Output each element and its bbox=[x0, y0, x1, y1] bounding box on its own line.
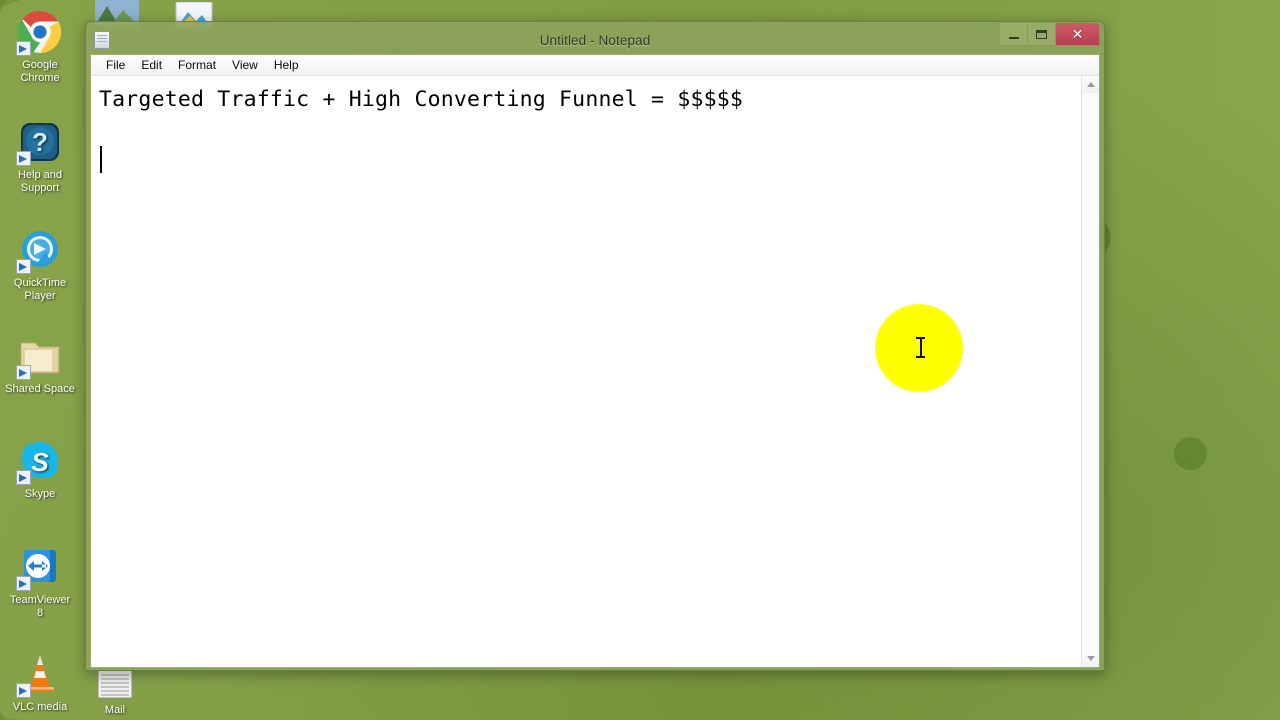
quicktime-icon bbox=[16, 226, 64, 274]
menu-bar: File Edit Format View Help bbox=[91, 55, 1099, 76]
shortcut-overlay-icon bbox=[16, 259, 31, 274]
desktop-icon-google-chrome[interactable]: Google Chrome bbox=[0, 8, 80, 85]
scrollbar-track[interactable] bbox=[1082, 93, 1099, 650]
desktop-icon-mail[interactable]: Mail bbox=[75, 667, 155, 717]
notepad-window[interactable]: Untitled - Notepad ✕ File Edit Format Vi… bbox=[85, 21, 1105, 671]
text-caret bbox=[100, 146, 102, 173]
close-button[interactable]: ✕ bbox=[1055, 23, 1100, 46]
shortcut-overlay-icon bbox=[16, 365, 31, 380]
window-controls: ✕ bbox=[999, 23, 1100, 46]
notepad-document-icon bbox=[94, 31, 110, 49]
mail-icon bbox=[91, 667, 139, 701]
maximize-button[interactable] bbox=[1027, 23, 1056, 46]
desktop-icon-quicktime-player[interactable]: QuickTime Player bbox=[0, 226, 80, 303]
shortcut-overlay-icon bbox=[16, 683, 31, 698]
shortcut-overlay-icon bbox=[16, 151, 31, 166]
help-question-icon: ? bbox=[16, 118, 64, 166]
desktop: Google Chrome ? Help and Support QuickTi… bbox=[0, 0, 1280, 720]
folder-icon bbox=[16, 332, 64, 380]
desktop-icon-teamviewer-8[interactable]: TeamViewer 8 bbox=[0, 543, 80, 620]
desktop-icon-label: Help and Support bbox=[17, 169, 63, 194]
desktop-icon-label: Skype bbox=[24, 488, 56, 500]
teamviewer-icon bbox=[16, 543, 64, 591]
desktop-icon-label: Shared Space bbox=[5, 383, 75, 395]
menu-item-view[interactable]: View bbox=[224, 56, 266, 74]
window-title: Untitled - Notepad bbox=[539, 32, 651, 48]
window-client-area: File Edit Format View Help Targeted Traf… bbox=[90, 54, 1100, 668]
desktop-icon-help-and-support[interactable]: ? Help and Support bbox=[0, 118, 80, 195]
shortcut-overlay-icon bbox=[16, 470, 31, 485]
svg-text:?: ? bbox=[32, 127, 48, 157]
minimize-icon bbox=[1008, 36, 1019, 39]
vertical-scrollbar[interactable] bbox=[1081, 76, 1099, 667]
shortcut-overlay-icon bbox=[16, 41, 31, 56]
editor-area: Targeted Traffic + High Converting Funne… bbox=[91, 76, 1099, 667]
desktop-icon-label: QuickTime Player bbox=[13, 277, 67, 302]
desktop-icon-vlc-media[interactable]: VLC media bbox=[0, 650, 80, 714]
menu-item-format[interactable]: Format bbox=[170, 56, 224, 74]
window-titlebar[interactable]: Untitled - Notepad ✕ bbox=[90, 23, 1100, 54]
shortcut-overlay-icon bbox=[16, 576, 31, 591]
close-icon: ✕ bbox=[1071, 26, 1084, 42]
svg-text:S: S bbox=[31, 447, 49, 477]
desktop-icon-shared-space[interactable]: Shared Space bbox=[0, 332, 80, 396]
menu-item-edit[interactable]: Edit bbox=[133, 56, 170, 74]
scroll-up-arrow[interactable] bbox=[1082, 76, 1099, 93]
vlc-cone-icon bbox=[16, 650, 64, 698]
desktop-icon-label: Google Chrome bbox=[20, 59, 60, 84]
skype-icon: S bbox=[16, 437, 64, 485]
document-text: Targeted Traffic + High Converting Funne… bbox=[99, 87, 744, 112]
desktop-icon-label: Mail bbox=[104, 704, 126, 716]
text-editor[interactable]: Targeted Traffic + High Converting Funne… bbox=[91, 76, 1081, 667]
menu-item-help[interactable]: Help bbox=[266, 56, 307, 74]
menu-item-file[interactable]: File bbox=[98, 56, 133, 74]
desktop-icon-label: VLC media bbox=[12, 701, 68, 713]
minimize-button[interactable] bbox=[999, 23, 1028, 46]
maximize-icon bbox=[1036, 29, 1047, 39]
chrome-icon bbox=[16, 8, 64, 56]
desktop-icon-skype[interactable]: S Skype bbox=[0, 437, 80, 501]
desktop-icon-label: TeamViewer 8 bbox=[9, 594, 71, 619]
scroll-down-arrow[interactable] bbox=[1082, 650, 1099, 667]
